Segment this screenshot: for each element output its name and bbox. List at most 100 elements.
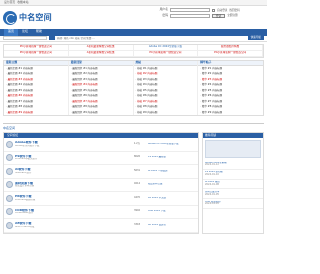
divider bbox=[3, 119, 264, 124]
bookmark-link[interactable]: 收藏本站 bbox=[17, 0, 28, 4]
ad-link[interactable]: PC小区域名购一键智选空间 bbox=[4, 50, 69, 57]
forum-row[interactable]: 素材资源下载 各类设计素材资源 9214 精品素材合集 bbox=[4, 179, 198, 192]
auto-login-label: 自动登录 bbox=[217, 8, 228, 12]
login-box: 用户名 自动登录 找回密码 密码 登录 立即注册 bbox=[154, 8, 264, 19]
site-header: 中名空间 用户名 自动登录 找回密码 密码 登录 立即注册 bbox=[0, 6, 267, 29]
forum-row[interactable]: PS软件下载 Photoshop相关软件 8026 PS 2024 最新版 bbox=[4, 152, 198, 165]
forum-info: CDR软件下载 CorelDRAW软件 bbox=[15, 209, 126, 215]
forum-desc: CorelDRAW软件 bbox=[15, 212, 34, 215]
last-post-link[interactable]: PR 2024 中文版 bbox=[148, 197, 196, 200]
forum-last-post: Adobe CC 2024全新版下载 bbox=[148, 143, 196, 146]
nav-item-help[interactable]: 帮助 bbox=[32, 29, 46, 36]
sidebar-item-date: 2024-01-12 bbox=[205, 163, 219, 167]
find-password-link[interactable]: 找回密码 bbox=[229, 9, 239, 12]
forum-count: 3318 bbox=[133, 222, 141, 226]
forum-icon bbox=[6, 208, 13, 216]
forum-count: 1.2万 bbox=[133, 141, 141, 145]
topic-link[interactable]: · 最新主题 #9 内容标题 bbox=[4, 110, 68, 116]
forum-icon bbox=[6, 194, 13, 202]
login-button[interactable]: 登录 bbox=[212, 13, 226, 18]
sidebar-item-date: 2024-01-05 bbox=[205, 192, 219, 196]
sidebar-item[interactable]: PS 2024 新功能 2024-01-10 bbox=[203, 170, 263, 180]
auto-login-checkbox[interactable] bbox=[212, 8, 215, 12]
forum-row[interactable]: AE软件下载 After Effects特效 3318 AE 2024 安装包 bbox=[4, 219, 198, 233]
forum-row[interactable]: CDR软件下载 CorelDRAW软件 3902 CDR 2024 下载 bbox=[4, 206, 198, 219]
logo-icon[interactable] bbox=[3, 10, 17, 25]
password-label: 密码 bbox=[162, 13, 168, 18]
sidebar-item-date: 2024-01-08 bbox=[205, 182, 219, 186]
forum-icon bbox=[6, 140, 13, 148]
forum-icon bbox=[6, 167, 13, 175]
forum-desc: 各类设计素材资源 bbox=[15, 185, 35, 188]
quick-nav-button[interactable]: 快速导航 bbox=[247, 35, 264, 41]
sidebar-item-date: 2024-01-03 bbox=[205, 202, 219, 206]
forum-desc: Illustrator软件 bbox=[15, 171, 32, 174]
forum-info: AI软件下载 Illustrator软件 bbox=[15, 168, 126, 174]
forum-count: 9214 bbox=[133, 182, 141, 186]
search-input[interactable] bbox=[3, 35, 47, 41]
topic-link[interactable]: · 精华 #9 内容标题 bbox=[198, 110, 263, 116]
forum-info: PR软件下载 Premiere视频剪辑 bbox=[15, 195, 126, 201]
ad-link[interactable]: A主机最新特惠空间优惠 bbox=[68, 50, 134, 57]
ad-link[interactable]: PC小区域名购一键智选空间 bbox=[198, 50, 263, 57]
sidebar-image[interactable] bbox=[205, 140, 261, 158]
register-link[interactable]: 立即注册 bbox=[227, 14, 237, 17]
password-input[interactable] bbox=[170, 13, 210, 18]
forum-last-post: PS 2024 最新版 bbox=[148, 156, 196, 159]
forum-list: 空间论坛 Adobe软件下载 Adobe全系列软件下载 1.2万 Adobe CC 2… bbox=[3, 132, 199, 234]
forum-count: 4470 bbox=[133, 195, 141, 199]
topic-link[interactable]: · 热帖 #9 内容标题 bbox=[134, 110, 198, 116]
forum-desc: Photoshop相关软件 bbox=[15, 158, 38, 161]
last-post-link[interactable]: 精品素材合集 bbox=[148, 183, 196, 186]
ad-link[interactable]: PC小区域名购一键智选空间 bbox=[133, 50, 199, 57]
main-content: 空间论坛 Adobe软件下载 Adobe全系列软件下载 1.2万 Adobe CC 2… bbox=[3, 132, 264, 234]
forum-last-post: PR 2024 中文版 bbox=[148, 197, 196, 200]
topic-columns: 最新主题 · 最新主题 #1 内容标题 · 最新主题 #2 内容标题 · 最新主题 #… bbox=[3, 59, 264, 116]
nav-item-home[interactable]: 首页 bbox=[4, 29, 19, 36]
last-post-link[interactable]: AI 2024 一键安装 bbox=[148, 170, 196, 173]
sidebar-item[interactable]: AI 2024 教程 2024-01-08 bbox=[203, 180, 263, 190]
sidebar-item[interactable]: 素材合集分享 2024-01-05 bbox=[203, 189, 263, 199]
forum-info: Adobe软件下载 Adobe全系列软件下载 bbox=[15, 141, 126, 147]
username-input[interactable] bbox=[170, 8, 210, 13]
forum-icon bbox=[6, 154, 13, 162]
set-homepage-link[interactable]: 设为首页 bbox=[4, 0, 15, 4]
topic-column: 最新回复 · 最新回复 #1 内容标题 · 最新回复 #2 内容标题 · 最新回复 #… bbox=[68, 60, 134, 116]
sidebar-header: 推荐阅读 bbox=[203, 133, 263, 138]
last-post-link[interactable]: AE 2024 安装包 bbox=[148, 224, 196, 227]
forum-row[interactable]: Adobe软件下载 Adobe全系列软件下载 1.2万 Adobe CC 2024全新… bbox=[4, 138, 198, 152]
last-post-link[interactable]: CDR 2024 下载 bbox=[148, 210, 196, 213]
forum-icon bbox=[6, 181, 13, 189]
forum-last-post: AE 2024 安装包 bbox=[148, 224, 196, 227]
topic-column: 最新主题 · 最新主题 #1 内容标题 · 最新主题 #2 内容标题 · 最新主题 #… bbox=[4, 60, 69, 116]
sidebar: 推荐阅读 Adobe 2024全家桶 2024-01-12 PS 2024 新功能 2… bbox=[202, 132, 264, 234]
site-logo-text[interactable]: 中名空间 bbox=[19, 13, 52, 23]
topic-link[interactable]: · 最新回复 #9 内容标题 bbox=[69, 110, 133, 116]
forum-icon bbox=[6, 221, 13, 229]
forum-count: 3902 bbox=[133, 209, 141, 213]
nav-item-forum[interactable]: 论坛 bbox=[18, 29, 32, 36]
hot-search-links[interactable]: 热搜: 域名 cdn 站长 空间 免费 ... bbox=[57, 37, 217, 40]
forum-row[interactable]: AI软件下载 Illustrator软件 5631 AI 2024 一键安装 bbox=[4, 165, 198, 179]
forum-row[interactable]: PR软件下载 Premiere视频剪辑 4470 PR 2024 中文版 bbox=[4, 192, 198, 206]
search-button[interactable] bbox=[49, 35, 55, 41]
forum-last-post: AI 2024 一键安装 bbox=[148, 170, 196, 173]
forum-info: PS软件下载 Photoshop相关软件 bbox=[15, 155, 126, 161]
last-post-link[interactable]: PS 2024 最新版 bbox=[148, 156, 196, 159]
ad-grid: PC小区域名购一键智选空间 A主机最新特惠空间优惠 Adobe CC 2024全新版… bbox=[3, 43, 264, 58]
forum-desc: Premiere视频剪辑 bbox=[15, 198, 36, 201]
forum-last-post: CDR 2024 下载 bbox=[148, 210, 196, 213]
topic-column: 精华帖子 · 精华 #1 内容标题 · 精华 #2 内容标题 · 精华 #3 内容标题… bbox=[198, 60, 263, 116]
section-title: 中名空间 bbox=[3, 125, 16, 130]
sidebar-item-date: 2024-01-10 bbox=[205, 173, 219, 177]
forum-info: 素材资源下载 各类设计素材资源 bbox=[15, 182, 126, 188]
forum-desc: Adobe全系列软件下载 bbox=[15, 144, 40, 147]
forum-last-post: 精品素材合集 bbox=[148, 183, 196, 186]
username-label: 用户名 bbox=[159, 7, 168, 12]
topic-column: 热帖 · 热帖 #1 内容标题 · 热帖 #2 内容标题 · 热帖 #3 内容标题 · … bbox=[133, 60, 199, 116]
sidebar-item[interactable]: CDR 新版发布 2024-01-03 bbox=[203, 199, 263, 209]
sidebar-item[interactable]: Adobe 2024全家桶 2024-01-12 bbox=[203, 160, 263, 170]
forum-count: 5631 bbox=[133, 168, 141, 172]
forum-count: 8026 bbox=[133, 155, 141, 159]
last-post-link[interactable]: Adobe CC 2024全新版下载 bbox=[148, 143, 196, 146]
